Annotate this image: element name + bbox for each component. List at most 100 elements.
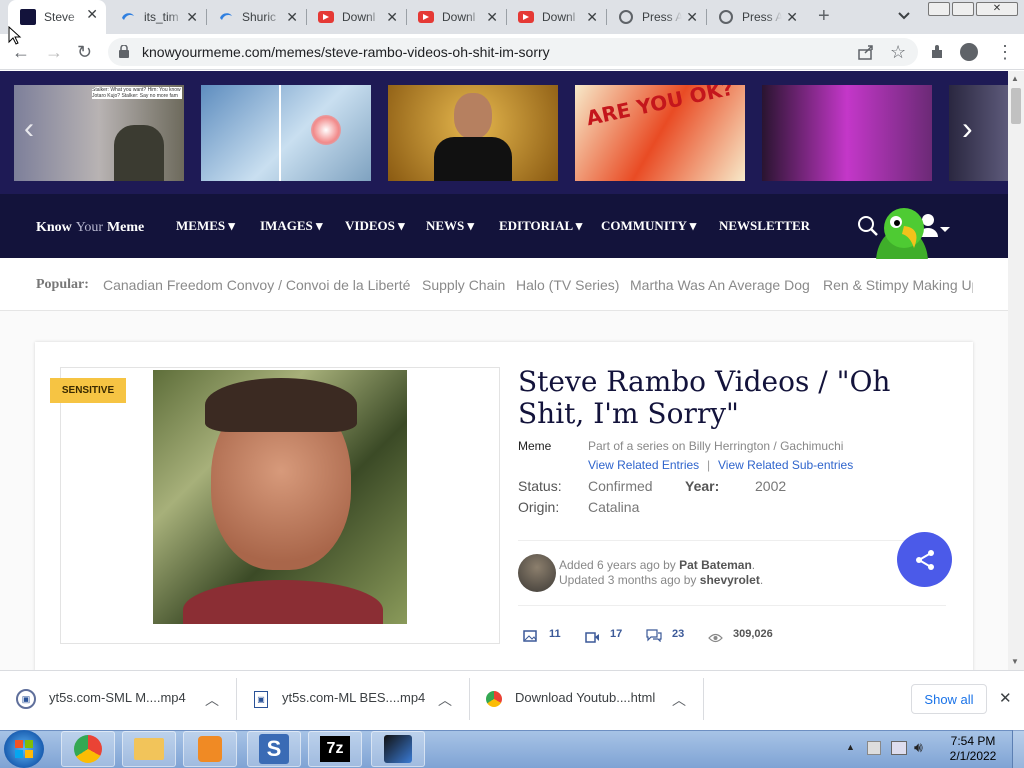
tab-title: Press A	[742, 10, 782, 24]
close-window-button[interactable]: ✕	[976, 2, 1018, 16]
views-icon	[708, 630, 723, 648]
close-tab-icon[interactable]: ✕	[686, 9, 698, 25]
tray-flag-icon[interactable]	[867, 741, 881, 755]
series-text[interactable]: Part of a series on Billy Herrington / G…	[588, 439, 843, 453]
images-count[interactable]: 11	[549, 628, 561, 640]
forward-button[interactable]: →	[45, 42, 63, 62]
carousel-next-icon[interactable]: ›	[962, 110, 973, 147]
show-all-downloads-button[interactable]: Show all	[911, 684, 987, 714]
tab-download-2[interactable]: Downl ✕	[406, 3, 507, 31]
chevron-up-icon[interactable]: ︿	[438, 690, 452, 710]
scroll-down-arrow-icon[interactable]: ▼	[1011, 657, 1019, 666]
tab-download-1[interactable]: Downl ✕	[306, 3, 407, 31]
carousel-thumb-handstand[interactable]	[762, 85, 932, 181]
scrollbar-thumb[interactable]	[1011, 88, 1021, 124]
close-tab-icon[interactable]: ✕	[386, 9, 398, 25]
carousel-thumb-partial[interactable]	[949, 85, 1008, 181]
carousel-thumb-jotaro[interactable]: Stalker: What you want? Him: You know Jo…	[14, 85, 184, 181]
tray-network-icon[interactable]	[891, 741, 907, 755]
carousel-thumb-cartoon[interactable]: ARE YOU OK?	[575, 85, 745, 181]
tab-steve-rambo[interactable]: Steve ✕	[8, 0, 106, 34]
youtube-icon	[518, 9, 534, 25]
taskbar-clock[interactable]: 7:54 PM 2/1/2022	[938, 734, 1008, 764]
maximize-button[interactable]	[952, 2, 974, 16]
updated-by-line: Updated 3 months ago by shevyrolet.	[559, 573, 764, 587]
close-downloads-icon[interactable]: ✕	[999, 689, 1012, 707]
carousel-thumb-jets[interactable]	[201, 85, 371, 181]
taskbar-video-editor[interactable]	[371, 731, 425, 767]
tab-download-3[interactable]: Downl ✕	[506, 3, 607, 31]
new-tab-button[interactable]: +	[818, 6, 830, 26]
close-tab-icon[interactable]: ✕	[86, 6, 98, 22]
close-tab-icon[interactable]: ✕	[186, 9, 198, 25]
nav-news[interactable]: NEWS ▾	[426, 218, 474, 234]
nav-editorial[interactable]: EDITORIAL ▾	[499, 218, 582, 234]
nav-videos[interactable]: VIDEOS ▾	[345, 218, 405, 234]
download-separator	[703, 678, 704, 720]
chevron-down-icon: ▾	[467, 218, 475, 233]
download-item-1[interactable]: yt5s.com-SML M....mp4	[49, 690, 186, 705]
taskbar-chrome[interactable]	[61, 731, 115, 767]
tab-shuric[interactable]: Shuric ✕	[206, 3, 307, 31]
videos-icon	[585, 630, 600, 648]
page-scrollbar[interactable]	[1008, 71, 1024, 670]
nav-images[interactable]: IMAGES ▾	[260, 218, 323, 234]
minimize-button[interactable]	[928, 2, 950, 16]
browser-menu-icon[interactable]: ⋮	[996, 42, 1014, 62]
chevron-up-icon[interactable]: ︿	[672, 690, 686, 710]
s-app-icon: S	[259, 734, 289, 764]
taskbar-media-player[interactable]	[183, 731, 237, 767]
share-button[interactable]	[897, 532, 952, 587]
tab-title: Downl	[442, 10, 476, 24]
tray-volume-icon[interactable]: 🔊︎	[914, 739, 923, 756]
popular-link-freedom-convoy[interactable]: Canadian Freedom Convoy / Convoi de la L…	[103, 277, 410, 293]
videos-count[interactable]: 17	[610, 628, 622, 640]
share-page-icon[interactable]	[858, 44, 874, 65]
tab-press-1[interactable]: Press A ✕	[606, 3, 707, 31]
popular-link-ren-stimpy[interactable]: Ren & Stimpy Making Up	[823, 277, 973, 293]
entry-photo[interactable]	[153, 370, 407, 624]
tab-title: Shuric	[242, 10, 277, 24]
reload-button[interactable]: ↻	[77, 42, 92, 62]
images-icon	[523, 629, 537, 647]
view-related-entries-link[interactable]: View Related Entries	[588, 458, 699, 472]
comments-count[interactable]: 23	[672, 628, 684, 640]
taskbar-s-app[interactable]: S	[247, 731, 301, 767]
scroll-up-arrow-icon[interactable]: ▲	[1011, 74, 1019, 83]
taskbar-7zip[interactable]: 7z	[308, 731, 362, 767]
close-tab-icon[interactable]: ✕	[486, 9, 498, 25]
site-logo[interactable]: Know Your Meme	[36, 218, 144, 236]
taskbar-file-explorer[interactable]	[122, 731, 176, 767]
close-tab-icon[interactable]: ✕	[286, 9, 298, 25]
download-item-2[interactable]: yt5s.com-ML BES....mp4	[282, 690, 425, 705]
carousel-prev-icon[interactable]: ‹	[24, 112, 34, 146]
tab-press-2[interactable]: Press A ✕	[706, 3, 806, 31]
view-related-subentries-link[interactable]: View Related Sub-entries	[718, 458, 853, 472]
download-item-3[interactable]: Download Youtub....html	[515, 690, 655, 705]
nav-memes[interactable]: MEMES ▾	[176, 218, 235, 234]
close-tab-icon[interactable]: ✕	[786, 9, 798, 25]
tray-expand-icon[interactable]: ▲	[846, 742, 855, 752]
tab-search-icon[interactable]	[897, 8, 911, 27]
download-separator	[469, 678, 470, 720]
bookmark-star-icon[interactable]: ☆	[890, 42, 906, 62]
updated-by-user-link[interactable]: shevyrolet	[700, 573, 760, 587]
chevron-up-icon[interactable]: ︿	[205, 690, 219, 710]
close-tab-icon[interactable]: ✕	[586, 9, 598, 25]
avatar[interactable]	[518, 554, 556, 592]
tab-title: Downl	[342, 10, 376, 24]
nav-community[interactable]: COMMUNITY ▾	[601, 218, 696, 234]
nav-newsletter[interactable]: NEWSLETTER	[719, 218, 810, 234]
extensions-icon[interactable]	[929, 44, 945, 65]
year-value[interactable]: 2002	[755, 478, 786, 494]
show-desktop-button[interactable]	[1012, 730, 1024, 768]
added-by-user-link[interactable]: Pat Bateman	[679, 558, 752, 572]
lock-icon[interactable]	[119, 44, 129, 58]
profile-icon[interactable]	[960, 43, 978, 61]
popular-link-martha[interactable]: Martha Was An Average Dog	[630, 277, 810, 293]
carousel-thumb-ronaldo[interactable]	[388, 85, 558, 181]
popular-link-supply-chain[interactable]: Supply Chain	[422, 277, 505, 293]
windows-start-button[interactable]	[4, 730, 44, 768]
tab-its-tim[interactable]: its_tim ✕	[108, 3, 207, 31]
popular-link-halo[interactable]: Halo (TV Series)	[516, 277, 619, 293]
